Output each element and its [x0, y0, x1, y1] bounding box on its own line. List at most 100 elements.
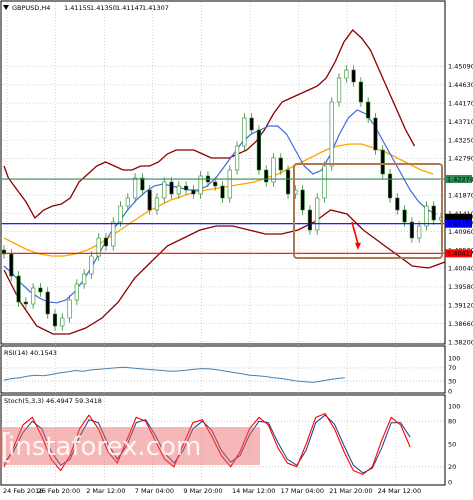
candle-body: [329, 101, 334, 167]
chart-window: 24 Feb 201626 Feb 20:00 2 Mar 12:00 7 Mar …: [0, 0, 473, 495]
rsi-tick-label: 0: [448, 387, 452, 395]
candle-body: [9, 253, 14, 277]
x-axis-label: 21 Mar 20:00: [329, 487, 372, 495]
candle-body: [60, 317, 65, 327]
rsi-header: RSI(14) 40.1543: [4, 349, 57, 357]
candle-body: [358, 81, 363, 103]
candle-body: [417, 225, 422, 239]
price-close: 1.41307: [142, 4, 169, 12]
x-axis-label: 24 Mar 12:00: [378, 487, 421, 495]
price-tick-label: 1.44170: [448, 100, 473, 108]
stoch-tick-label: 50: [448, 440, 456, 448]
candle-body: [344, 69, 349, 79]
candle-body: [271, 157, 276, 183]
candle-body: [220, 185, 225, 199]
price-tick-label: 1.43710: [448, 118, 473, 126]
candle-body: [16, 275, 21, 303]
candle-body: [169, 181, 174, 195]
candle-body: [234, 145, 240, 171]
price-tick-label: 1.40040: [448, 265, 473, 273]
candle-body: [89, 255, 94, 275]
candle-body: [322, 165, 327, 199]
price-tick-label: 1.39120: [448, 302, 473, 310]
candle-body: [38, 287, 43, 293]
candle-body: [176, 185, 181, 195]
candle-body: [103, 237, 109, 247]
candle-body: [278, 157, 283, 171]
candle-body: [45, 291, 50, 315]
candle-body: [242, 117, 247, 147]
price-tick-label: 1.39580: [448, 283, 473, 291]
price-open: 1.41155: [64, 4, 91, 12]
candle-body: [133, 177, 138, 199]
x-axis-label: 26 Feb 20:00: [38, 487, 81, 495]
candle-body: [300, 189, 305, 211]
price-high: 1.41350: [90, 4, 117, 12]
candle-body: [395, 197, 400, 211]
candle-body: [118, 205, 123, 223]
candle-body: [23, 301, 28, 305]
candle-body: [409, 221, 414, 239]
candle-body: [402, 209, 407, 223]
rsi-tick-label: 30: [448, 377, 456, 385]
rsi-tick-label: 100: [448, 354, 460, 362]
candle-body: [74, 283, 79, 301]
candle-body: [82, 273, 87, 285]
price-tag-label: 1.40417: [447, 250, 473, 258]
candle-body: [315, 197, 320, 231]
price-low: 1.41147: [116, 4, 143, 12]
candle-body: [285, 169, 291, 195]
price-panel: [0, 0, 446, 345]
candle-body: [387, 173, 393, 199]
price-tick-label: 1.40960: [448, 228, 473, 236]
candle-body: [351, 69, 356, 83]
x-axis-label: 9 Mar 20:00: [183, 487, 222, 495]
candle-body: [213, 181, 218, 187]
price-tick-label: 1.43250: [448, 136, 473, 144]
stoch-tick-label: 0: [448, 478, 452, 486]
candle-body: [162, 181, 167, 199]
price-tick-label: 1.42790: [448, 155, 473, 163]
stoch-tick-label: 20: [448, 463, 456, 471]
candle-body: [125, 197, 130, 207]
candle-body: [147, 189, 152, 211]
candle-body: [227, 169, 232, 199]
candle-body: [380, 149, 385, 175]
stoch-tick-label: 80: [448, 418, 456, 426]
watermark-text: instaforex.com: [8, 432, 201, 462]
candle-body: [111, 221, 116, 247]
x-axis-label: 17 Mar 04:00: [281, 487, 324, 495]
candle-body: [424, 205, 429, 227]
rsi-panel: [0, 345, 446, 394]
candle-body: [31, 287, 36, 305]
price-tick-label: 1.45090: [448, 63, 473, 71]
price-tag-label: 1.41157: [447, 220, 473, 228]
candle-body: [264, 169, 269, 183]
candle-body: [373, 117, 378, 151]
price-symbol: GBPUSD,H4: [12, 4, 50, 12]
candle-body: [366, 101, 371, 119]
candle-body: [191, 189, 196, 195]
stoch-header: Stoch(5,3,3) 46.4947 59.3418: [4, 397, 102, 405]
candle-body: [140, 177, 145, 191]
candle-body: [431, 205, 436, 221]
x-axis-label: 2 Mar 12:00: [86, 487, 125, 495]
candle-body: [336, 77, 342, 103]
price-tick-label: 1.38660: [448, 320, 473, 328]
candle-body: [154, 197, 160, 211]
candle-body: [307, 209, 313, 231]
x-axis-label: 14 Mar 12:00: [232, 487, 275, 495]
candle-body: [52, 313, 58, 327]
price-tick-label: 1.44630: [448, 81, 473, 89]
candle-body: [67, 299, 72, 319]
watermark-bracket-icon: [: [0, 427, 13, 467]
candle-body: [183, 185, 189, 191]
price-tick-label: 1.38200: [448, 338, 473, 346]
stoch-tick-label: 100: [448, 402, 460, 410]
rsi-tick-label: 70: [448, 364, 456, 372]
candle-body: [249, 117, 254, 131]
price-tick-label: 1.41870: [448, 192, 473, 200]
candle-body: [256, 129, 262, 171]
price-tag-label: 1.42274: [447, 175, 473, 183]
x-axis-label: 7 Mar 04:00: [135, 487, 174, 495]
